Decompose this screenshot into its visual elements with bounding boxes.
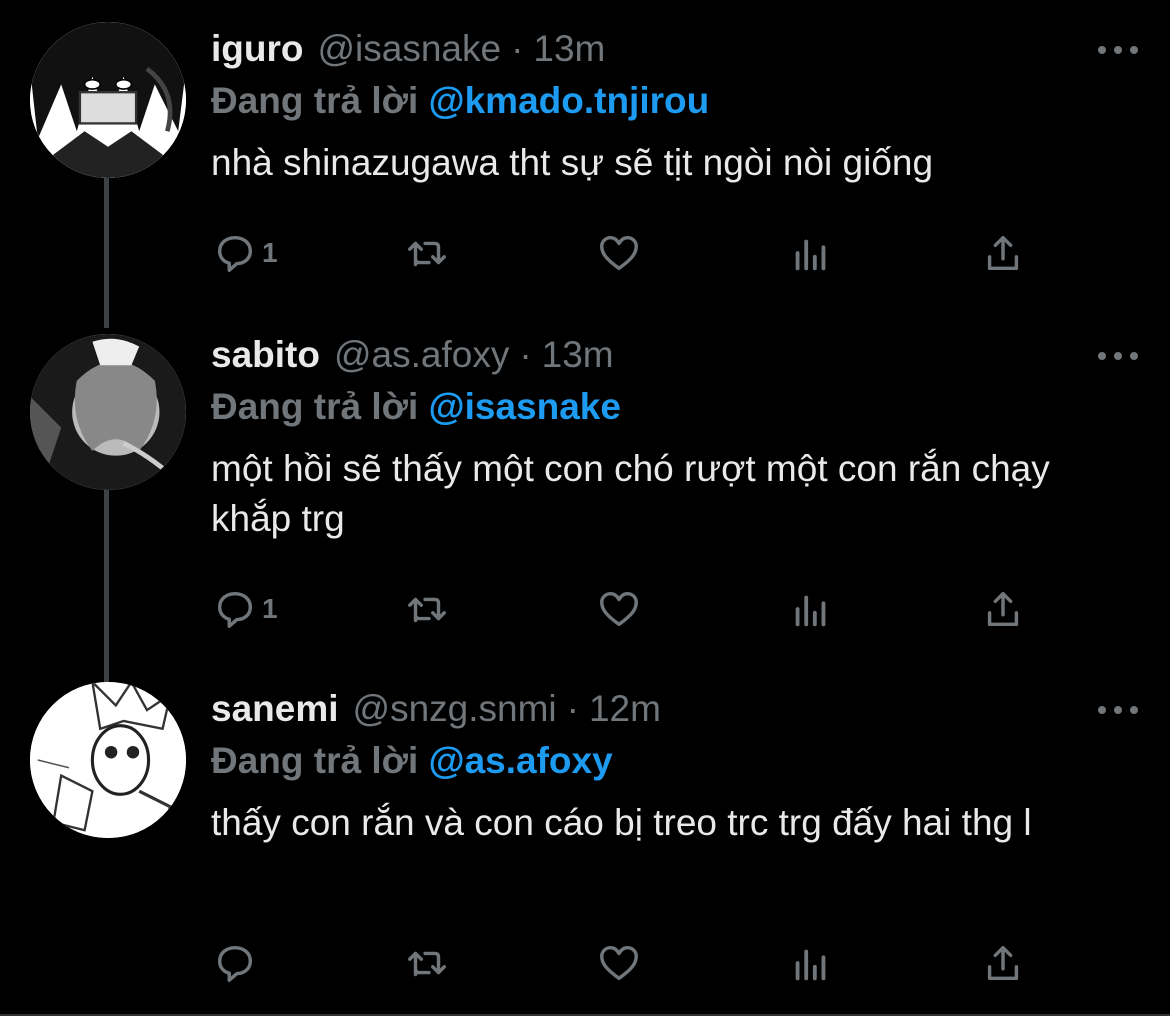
share-icon (987, 235, 1019, 271)
display-name[interactable]: iguro (211, 28, 303, 70)
share-icon (987, 945, 1019, 981)
tweet-text: một hồi sẽ thấy một con chó rượt một con… (211, 448, 1050, 539)
tweet[interactable]: sanemi @snzg.snmi · 12m Đang trả lời @as… (0, 682, 1170, 1016)
avatar-image (30, 682, 186, 838)
separator-dot: · (511, 28, 524, 69)
like-icon (600, 945, 638, 981)
replying-to: Đang trả lời @isasnake (211, 386, 621, 428)
action-bar: 1 (0, 228, 1170, 278)
tweet-text: nhà shinazugawa tht sự sẽ tịt ngòi nòi g… (211, 142, 934, 183)
avatar-image (30, 334, 186, 490)
timestamp[interactable]: 13m (533, 28, 605, 70)
display-name[interactable]: sanemi (211, 688, 339, 730)
tweet-text: thấy con rắn và con cáo bị treo trc trg … (211, 802, 1032, 843)
timestamp[interactable]: 13m (542, 334, 614, 376)
reply-prefix: Đang trả lời (211, 80, 419, 121)
retweet-button[interactable] (404, 584, 450, 634)
user-handle[interactable]: @isasnake (317, 28, 501, 70)
analytics-icon (795, 595, 826, 627)
avatar[interactable] (30, 682, 186, 838)
share-button[interactable] (980, 938, 1026, 988)
timestamp[interactable]: 12m (589, 688, 661, 730)
user-handle[interactable]: @snzg.snmi (353, 688, 557, 730)
like-button[interactable] (596, 228, 642, 278)
avatar[interactable] (30, 22, 186, 178)
reply-icon (217, 591, 253, 628)
separator-dot: · (566, 688, 579, 729)
like-icon (600, 235, 638, 271)
tweet[interactable]: iguro @isasnake · 13m Đang trả lời @kmad… (0, 22, 1170, 298)
more-icon[interactable] (1098, 30, 1138, 70)
action-bar: 1 (0, 584, 1170, 634)
reply-button[interactable]: 1 (212, 228, 278, 278)
analytics-button[interactable] (788, 228, 834, 278)
tweet[interactable]: sabito @as.afoxy · 13m Đang trả lời @isa… (0, 334, 1170, 654)
retweet-icon (408, 951, 446, 977)
retweet-icon (408, 597, 446, 623)
display-name[interactable]: sabito (211, 334, 320, 376)
reply-count: 1 (262, 237, 278, 268)
replying-to: Đang trả lời @kmado.tnjirou (211, 80, 709, 122)
share-icon (987, 591, 1019, 627)
more-icon[interactable] (1098, 690, 1138, 730)
reply-count: 1 (262, 593, 278, 624)
analytics-button[interactable] (788, 938, 834, 988)
like-button[interactable] (596, 584, 642, 634)
tweet-header: sanemi @snzg.snmi · 12m (211, 688, 661, 738)
analytics-icon (795, 949, 826, 981)
reply-button[interactable] (212, 938, 262, 988)
mention-link[interactable]: @isasnake (429, 386, 621, 427)
more-icon[interactable] (1098, 336, 1138, 376)
action-bar (0, 938, 1170, 988)
mention-link[interactable]: @kmado.tnjirou (429, 80, 710, 121)
reply-prefix: Đang trả lời (211, 386, 419, 427)
mention-link[interactable]: @as.afoxy (429, 740, 613, 781)
analytics-icon (795, 239, 826, 271)
tweet-header: iguro @isasnake · 13m (211, 28, 605, 78)
avatar-image (30, 22, 186, 178)
separator-dot: · (519, 334, 532, 375)
reply-prefix: Đang trả lời (211, 740, 419, 781)
share-button[interactable] (980, 228, 1026, 278)
avatar[interactable] (30, 334, 186, 490)
retweet-icon (408, 241, 446, 267)
analytics-button[interactable] (788, 584, 834, 634)
retweet-button[interactable] (404, 228, 450, 278)
like-icon (600, 591, 638, 627)
tweet-header: sabito @as.afoxy · 13m (211, 334, 614, 384)
reply-button[interactable]: 1 (212, 584, 278, 634)
retweet-button[interactable] (404, 938, 450, 988)
reply-icon (217, 945, 253, 982)
reply-icon (217, 235, 253, 272)
like-button[interactable] (596, 938, 642, 988)
share-button[interactable] (980, 584, 1026, 634)
replying-to: Đang trả lời @as.afoxy (211, 740, 613, 782)
user-handle[interactable]: @as.afoxy (334, 334, 509, 376)
